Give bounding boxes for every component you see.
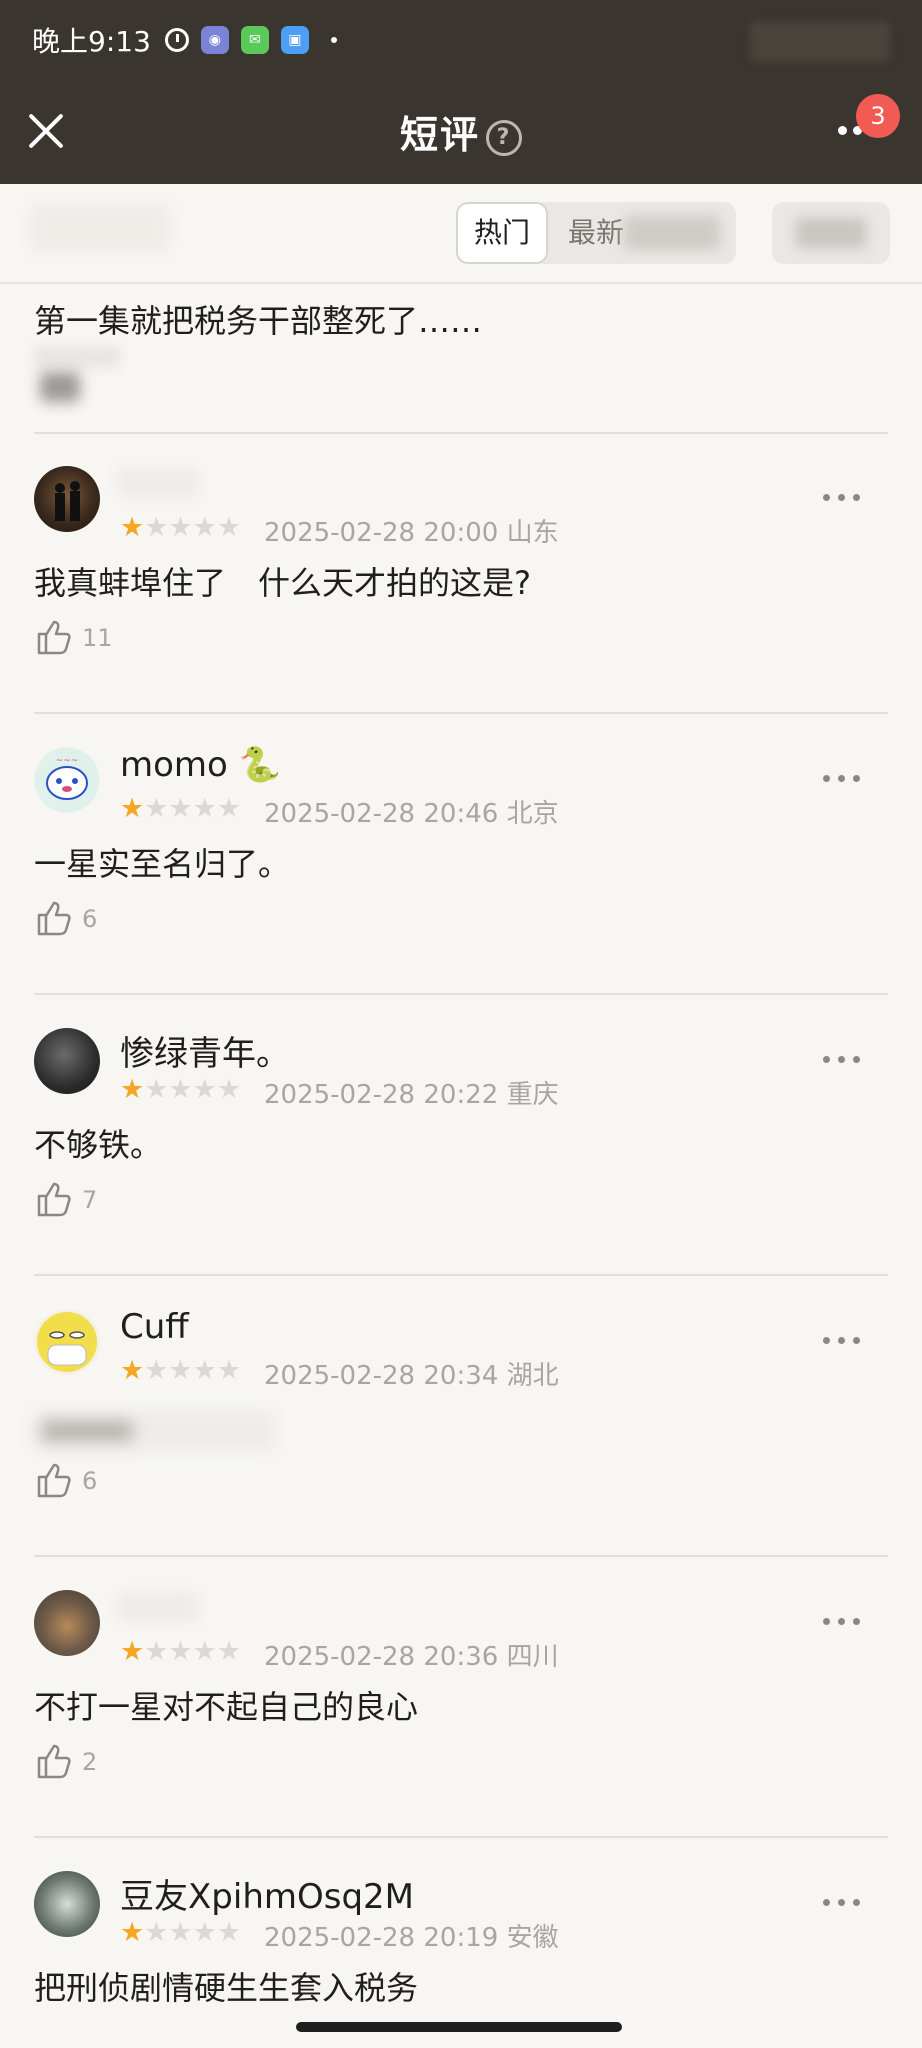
review-item: ~~~ momo 🐍 ★★★★★ 2025-02-28 20:46 北京 一星实… — [0, 715, 922, 995]
app-notification-icon: ◉ — [200, 26, 229, 54]
divider — [34, 712, 888, 714]
partial-review-blurred-like — [40, 372, 80, 402]
more-options-icon[interactable] — [823, 494, 860, 501]
page-title: 短评? — [0, 104, 922, 159]
filter-left-blurred — [30, 204, 170, 252]
partial-review-blurred — [34, 346, 120, 368]
tab-hot[interactable]: 热门 — [456, 202, 548, 264]
rating-stars: ★★★★★ — [120, 1636, 242, 1667]
rating-stars: ★★★★★ — [120, 793, 242, 824]
thumbs-up-icon[interactable] — [36, 1742, 72, 1780]
username-blurred — [118, 1592, 198, 1622]
thumbs-up-icon[interactable] — [36, 899, 72, 937]
wechat-icon: ✉ — [240, 26, 269, 54]
review-date: 2025-02-28 20:36 — [264, 1642, 499, 1672]
review-text: 一星实至名归了。 — [34, 845, 291, 883]
review-date: 2025-02-28 20:00 — [264, 518, 499, 548]
review-location: 湖北 — [506, 1361, 559, 1391]
avatar[interactable] — [34, 466, 100, 532]
review-location: 北京 — [506, 799, 559, 829]
review-meta: 2025-02-28 20:22 重庆 — [264, 1074, 559, 1111]
review-meta: 2025-02-28 20:19 安徽 — [264, 1917, 559, 1954]
sort-segment: 热门 最新 — [456, 202, 736, 264]
shopping-bag-icon: ▣ — [280, 26, 309, 54]
review-item: 惨绿青年。 ★★★★★ 2025-02-28 20:22 重庆 不够铁。 7 — [0, 996, 922, 1276]
review-meta: 2025-02-28 20:36 四川 — [264, 1636, 559, 1673]
more-notifications-dot — [330, 37, 337, 43]
review-item: Cuff ★★★★★ 2025-02-28 20:34 湖北 6 — [0, 1277, 922, 1557]
review-location: 安徽 — [506, 1923, 559, 1953]
like-count: 6 — [82, 1467, 98, 1495]
username-blurred — [118, 468, 198, 498]
avatar[interactable] — [34, 1871, 100, 1937]
like-count: 7 — [82, 1186, 98, 1214]
like-count: 11 — [82, 624, 113, 652]
review-location: 山东 — [506, 518, 559, 548]
review-date: 2025-02-28 20:46 — [264, 799, 499, 829]
review-date: 2025-02-28 20:19 — [264, 1923, 499, 1953]
thumbs-up-icon[interactable] — [36, 618, 72, 656]
review-text: 不打一星对不起自己的良心 — [34, 1688, 419, 1726]
review-item: ★★★★★ 2025-02-28 20:00 山东 我真蚌埠住了 什么天才拍的这… — [0, 434, 922, 714]
filter-bar: 热门 最新 — [0, 184, 922, 284]
review-location: 四川 — [506, 1642, 559, 1672]
divider — [34, 1836, 888, 1838]
avatar[interactable] — [34, 1590, 100, 1656]
partial-review-text: 第一集就把税务干部整死了…… — [34, 302, 483, 340]
alarm-clock-icon — [164, 28, 189, 52]
filter-button-blurred[interactable] — [772, 202, 890, 264]
username[interactable]: 惨绿青年。 — [120, 1026, 290, 1075]
rating-stars: ★★★★★ — [120, 1074, 242, 1105]
review-location: 重庆 — [506, 1080, 559, 1110]
more-options-icon[interactable] — [823, 1618, 860, 1625]
divider — [34, 993, 888, 995]
username[interactable]: 豆友XpihmOsq2M — [120, 1869, 414, 1918]
notification-badge: 3 — [856, 94, 900, 138]
tab-new[interactable]: 最新 — [568, 202, 624, 264]
review-text: 不够铁。 — [34, 1126, 163, 1164]
review-text: 把刑侦剧情硬生生套入税务 — [34, 1969, 419, 2007]
help-icon[interactable]: ? — [486, 119, 522, 156]
top-bar: 晚上9:13 ◉ ✉ ▣ 短评? 3 — [0, 0, 922, 184]
segment-blurred — [624, 216, 720, 250]
review-text: 我真蚌埠住了 什么天才拍的这是? — [34, 564, 531, 602]
divider — [34, 1274, 888, 1276]
review-meta: 2025-02-28 20:34 湖北 — [264, 1355, 559, 1392]
nav-bar: 短评? 3 — [0, 86, 922, 184]
more-options-icon[interactable] — [823, 1056, 860, 1063]
svg-text:~~~: ~~~ — [56, 756, 79, 766]
like-count: 2 — [82, 1748, 98, 1776]
more-options-icon[interactable] — [823, 775, 860, 782]
username[interactable]: momo 🐍 — [120, 745, 281, 785]
status-right-blurred — [750, 22, 890, 62]
more-options-icon[interactable] — [823, 1899, 860, 1906]
divider — [34, 1555, 888, 1557]
avatar[interactable]: ~~~ — [34, 747, 100, 813]
review-text-blurred — [34, 1411, 274, 1451]
home-indicator[interactable] — [296, 2022, 622, 2032]
like-count: 6 — [82, 905, 98, 933]
avatar[interactable] — [34, 1309, 100, 1375]
thumbs-up-icon[interactable] — [36, 1461, 72, 1499]
review-item: ★★★★★ 2025-02-28 20:36 四川 不打一星对不起自己的良心 2 — [0, 1558, 922, 1838]
review-meta: 2025-02-28 20:00 山东 — [264, 512, 559, 549]
username[interactable]: Cuff — [120, 1307, 189, 1347]
page-title-text: 短评 — [399, 113, 480, 157]
review-meta: 2025-02-28 20:46 北京 — [264, 793, 559, 830]
rating-stars: ★★★★★ — [120, 1917, 242, 1948]
rating-stars: ★★★★★ — [120, 512, 242, 543]
avatar[interactable] — [34, 1028, 100, 1094]
review-date: 2025-02-28 20:22 — [264, 1080, 499, 1110]
thumbs-up-icon[interactable] — [36, 1180, 72, 1218]
status-bar: 晚上9:13 ◉ ✉ ▣ — [32, 18, 337, 62]
review-date: 2025-02-28 20:34 — [264, 1361, 499, 1391]
more-options-icon[interactable] — [823, 1337, 860, 1344]
rating-stars: ★★★★★ — [120, 1355, 242, 1386]
status-time: 晚上9:13 — [32, 25, 151, 58]
